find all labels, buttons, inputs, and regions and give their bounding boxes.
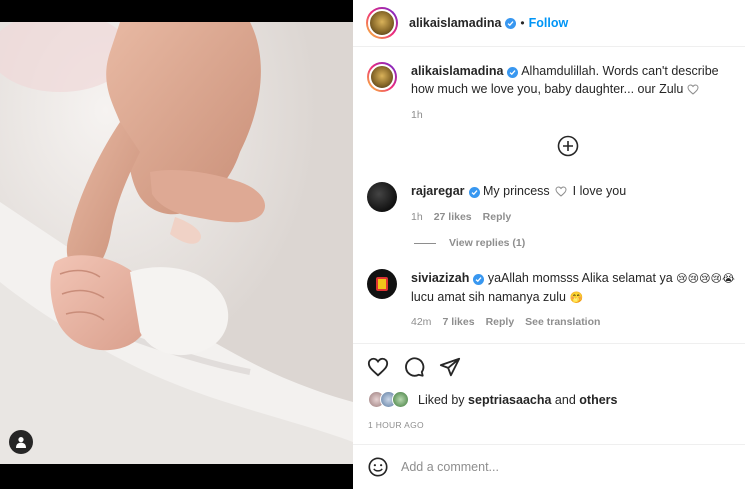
comment-username[interactable]: rajaregar: [411, 184, 465, 198]
plus-circle-icon: [557, 135, 579, 157]
caption: alikaislamadina Alhamdulillah. Words can…: [367, 62, 741, 124]
comment-emoji: 🤭: [569, 291, 584, 304]
liked-by-others[interactable]: others: [579, 393, 617, 407]
view-replies-label: View replies (1): [449, 237, 526, 249]
comment-likes-link[interactable]: 7 likes: [442, 313, 474, 331]
post-media-panel: [0, 0, 353, 489]
comment-input[interactable]: [401, 460, 701, 474]
comment-username[interactable]: siviazizah: [411, 271, 469, 285]
emoji-icon[interactable]: [367, 456, 389, 478]
add-comment-bar: [353, 444, 745, 489]
replies-divider-line: [414, 242, 436, 244]
heart-outline-icon: [555, 184, 567, 202]
caption-username[interactable]: alikaislamadina: [411, 64, 503, 78]
comment-item: siviazizah yaAllah momsss Alika selamat …: [367, 269, 741, 331]
header-separator: •: [520, 16, 525, 30]
comment-text-line2: lucu amat sih namanya zulu: [411, 290, 566, 304]
verified-badge-icon: [473, 274, 485, 285]
liked-by-user[interactable]: septriasaacha: [468, 393, 551, 407]
caption-avatar[interactable]: [367, 62, 397, 92]
post-header: alikaislamadina • Follow: [353, 0, 745, 47]
follow-button[interactable]: Follow: [529, 16, 569, 30]
tagged-users-button[interactable]: [9, 430, 33, 454]
author-avatar[interactable]: [366, 7, 398, 39]
comment-time: 1h: [411, 211, 423, 223]
liked-by-avatars[interactable]: [368, 391, 409, 408]
verified-badge-icon: [468, 187, 480, 198]
comment-text-after: I love you: [572, 184, 627, 198]
comment-emojis: 😢😢😢😢😭: [676, 272, 735, 285]
load-more-comments-button[interactable]: [557, 135, 579, 157]
user-icon: [16, 437, 26, 448]
reply-button[interactable]: Reply: [486, 313, 515, 331]
reply-button[interactable]: Reply: [483, 208, 512, 226]
baby-hand-photo: [0, 22, 353, 464]
verified-badge-icon: [507, 67, 519, 78]
share-icon[interactable]: [439, 356, 461, 378]
caption-time: 1h: [411, 109, 423, 121]
see-translation-button[interactable]: See translation: [525, 313, 600, 331]
post-details-panel: alikaislamadina • Follow alikaislamadina…: [353, 0, 745, 489]
comment-text: My princess: [483, 184, 550, 198]
post-actions: Liked by septriasaacha and others 1 HOUR…: [353, 343, 745, 443]
liked-by-prefix: Liked by: [418, 392, 465, 407]
comment-item: rajaregar My princess I love you 1h 27 l…: [367, 182, 741, 226]
comments-section: alikaislamadina Alhamdulillah. Words can…: [353, 48, 745, 343]
heart-icon[interactable]: [367, 356, 389, 378]
view-replies-button[interactable]: View replies (1): [414, 237, 525, 249]
liked-by-conjunction: and: [554, 392, 576, 407]
heart-outline-icon: [687, 82, 699, 100]
comment-likes-link[interactable]: 27 likes: [434, 208, 472, 226]
commenter-avatar[interactable]: [367, 269, 397, 299]
verified-badge-icon: [505, 17, 517, 29]
commenter-avatar[interactable]: [367, 182, 397, 212]
comment-icon[interactable]: [403, 356, 425, 378]
liked-by: Liked by septriasaacha and others: [368, 391, 617, 408]
comment-time: 42m: [411, 316, 432, 328]
post-photo[interactable]: [0, 22, 353, 464]
post-timestamp[interactable]: 1 HOUR AGO: [368, 420, 424, 430]
author-username[interactable]: alikaislamadina: [409, 16, 501, 30]
comment-text: yaAllah momsss Alika selamat ya: [487, 271, 673, 285]
